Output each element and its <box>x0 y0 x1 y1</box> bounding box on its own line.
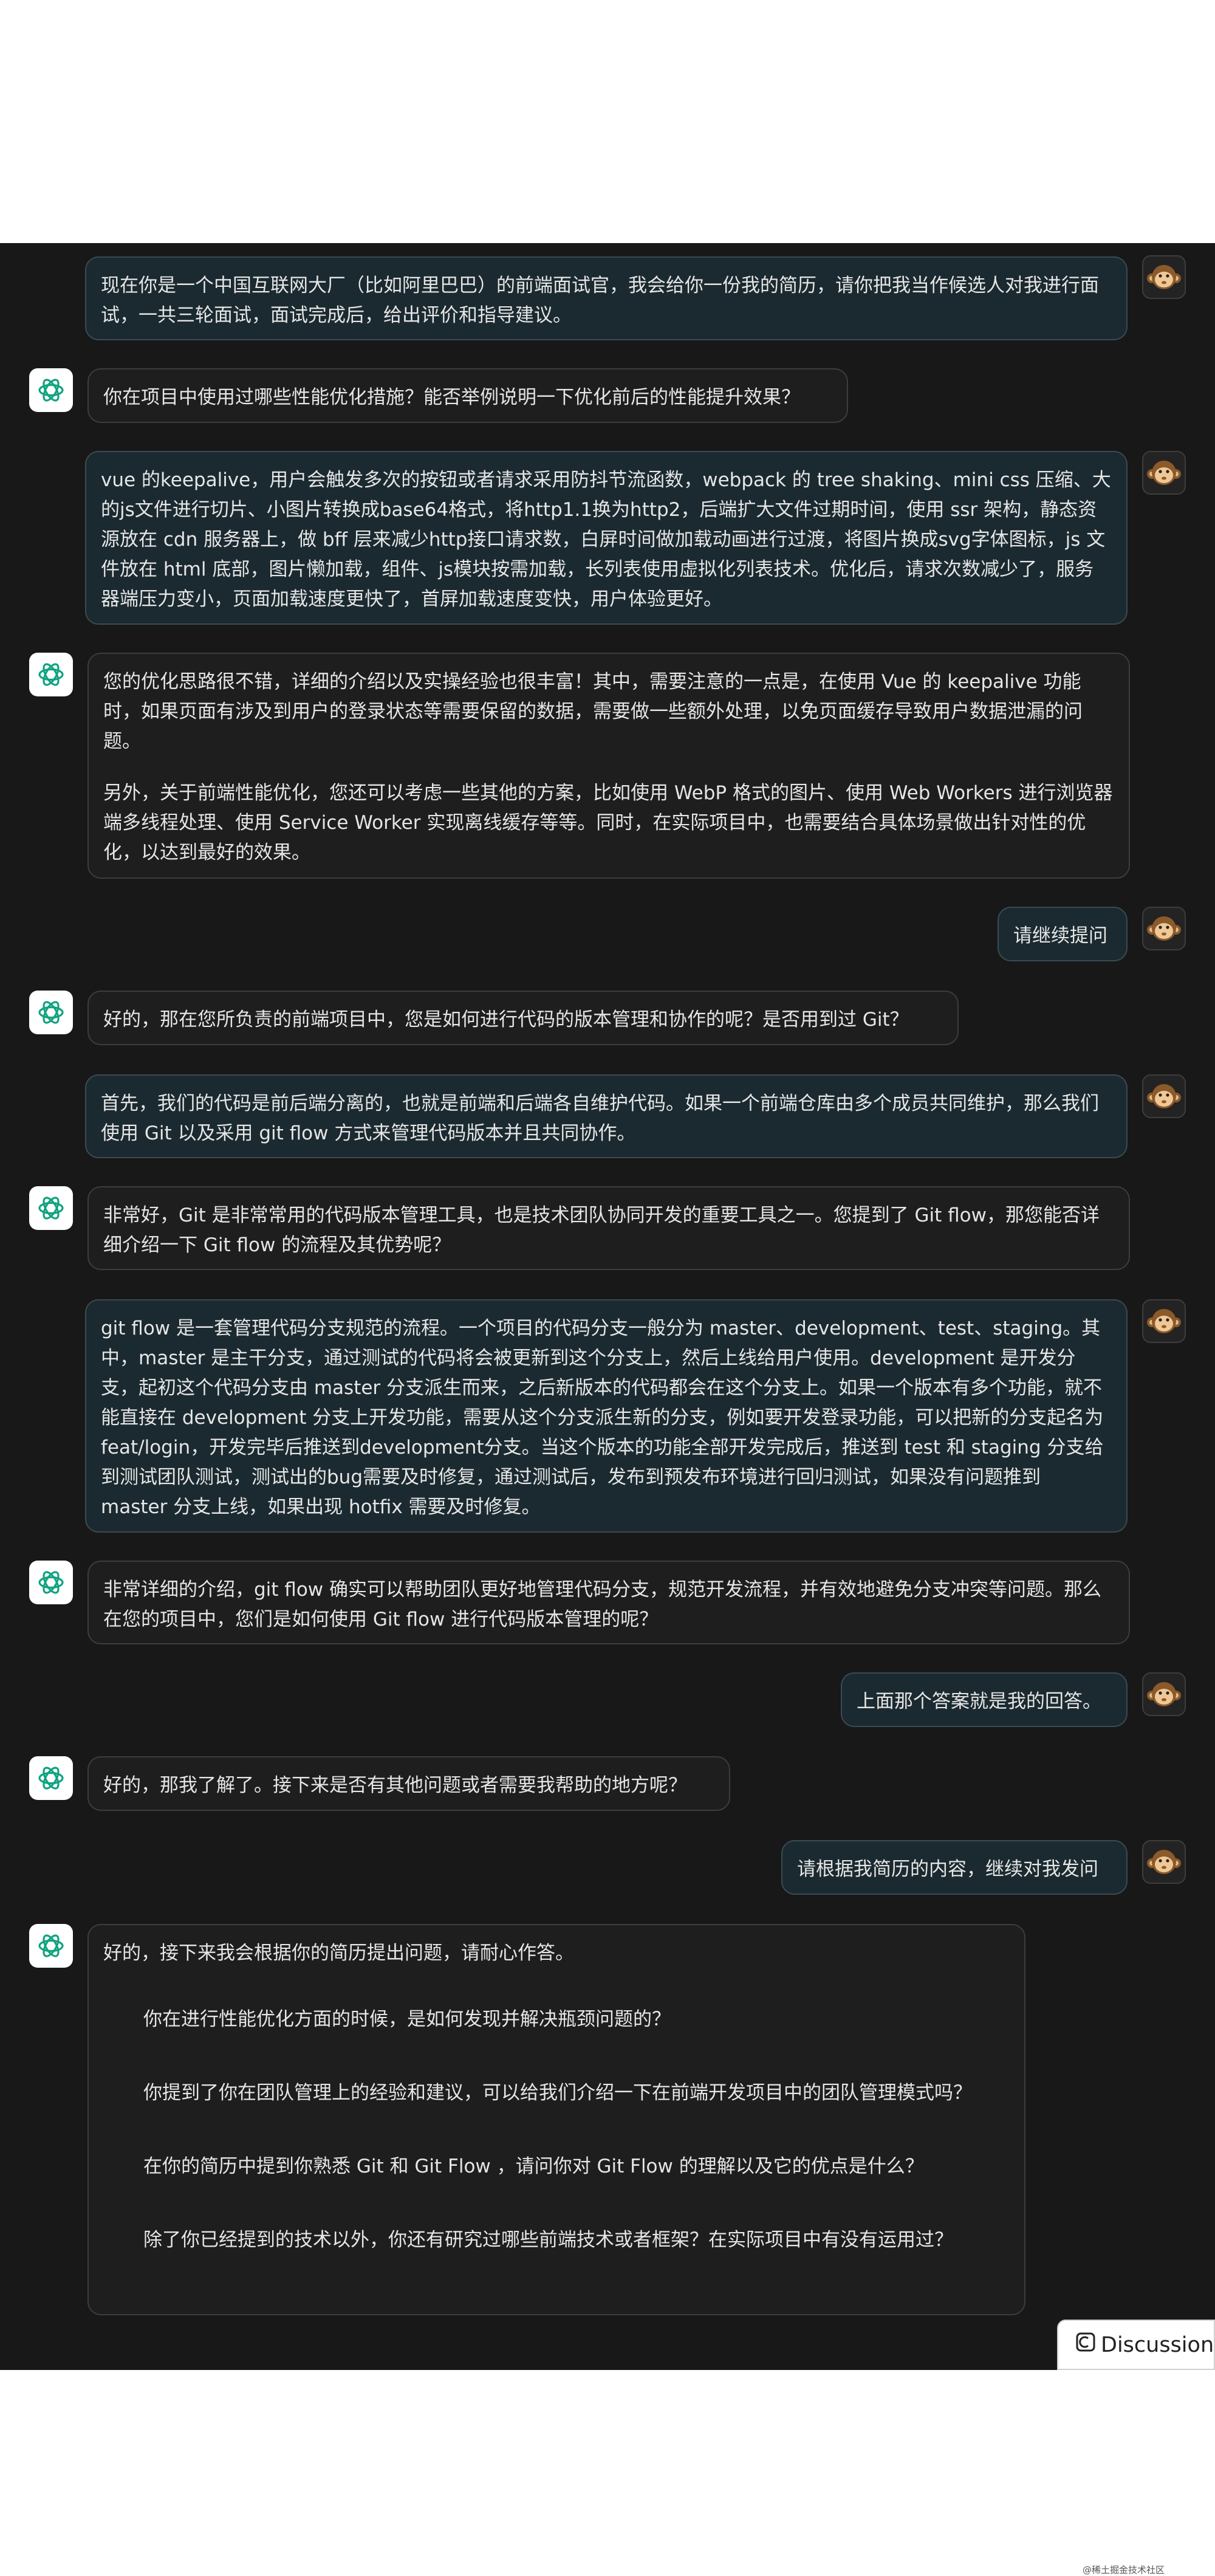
message-text: 好的，那我了解了。接下来是否有其他问题或者需要我帮助的地方呢？ <box>103 1774 687 1796</box>
message-text: 好的，接下来我会根据你的简历提出问题，请耐心作答。 <box>103 1942 574 1964</box>
assistant-message: 您的优化思路很不错，详细的介绍以及实操经验也很丰富！其中，需要注意的一点是，在使… <box>87 653 1130 879</box>
assistant-message: 非常好，Git 是非常常用的代码版本管理工具，也是技术团队协同开发的重要工具之一… <box>87 1186 1130 1270</box>
list-item: 除了你已经提到的技术以外，你还有研究过哪些前端技术或者框架？在实际项目中有没有运… <box>143 2229 953 2251</box>
assistant-message: 好的，那在您所负责的前端项目中，您是如何进行代码的版本管理和协作的呢？是否用到过… <box>87 991 959 1045</box>
message-text: 上面那个答案就是我的回答。 <box>857 1691 1101 1712</box>
user-avatar-icon <box>1142 1074 1186 1118</box>
list-item: 在你的简历中提到你熟悉 Git 和 Git Flow ，请问你对 Git Flo… <box>143 2155 924 2177</box>
message-text: 另外，关于前端性能优化，您还可以考虑一些其他的方案，比如使用 WebP 格式的图… <box>103 782 1113 864</box>
user-message: 请根据我简历的内容，继续对我发问 <box>781 1840 1128 1895</box>
message-text: 好的，那在您所负责的前端项目中，您是如何进行代码的版本管理和协作的呢？是否用到过… <box>103 1009 909 1031</box>
message-text: 首先，我们的代码是前后端分离的，也就是前端和后端各自维护代码。如果一个前端仓库由… <box>101 1093 1099 1144</box>
assistant-message: 非常详细的介绍，git flow 确实可以帮助团队更好地管理代码分支，规范开发流… <box>87 1561 1130 1644</box>
assistant-message: 你在项目中使用过哪些性能优化措施？能否举例说明一下优化前后的性能提升效果？ <box>87 368 848 423</box>
message-text: 请继续提问 <box>1013 925 1107 947</box>
message-text: 现在你是一个中国互联网大厂（比如阿里巴巴）的前端面试官，我会给你一份我的简历，请… <box>101 275 1099 326</box>
discussion-button[interactable]: Discussion <box>1057 2320 1215 2370</box>
message-text: 请根据我简历的内容，继续对我发问 <box>797 1858 1098 1880</box>
watermark: @稀土掘金技术社区 <box>1083 2564 1165 2575</box>
chat-transcript: 现在你是一个中国互联网大厂（比如阿里巴巴）的前端面试官，我会给你一份我的简历，请… <box>0 243 1215 2575</box>
user-avatar-icon <box>1142 1672 1186 1716</box>
list-item: 你在进行性能优化方面的时候，是如何发现并解决瓶颈问题的？ <box>143 2008 671 2030</box>
user-avatar-icon <box>1142 907 1186 950</box>
assistant-avatar-icon <box>29 653 73 696</box>
message-text: 非常好，Git 是非常常用的代码版本管理工具，也是技术团队协同开发的重要工具之一… <box>103 1204 1100 1256</box>
assistant-message: 好的，那我了解了。接下来是否有其他问题或者需要我帮助的地方呢？ <box>87 1756 730 1811</box>
question-list: 你在进行性能优化方面的时候，是如何发现并解决瓶颈问题的？ 你提到了你在团队管理上… <box>103 2005 1010 2255</box>
list-item: 你提到了你在团队管理上的经验和建议，可以给我们介绍一下在前端开发项目中的团队管理… <box>143 2082 972 2104</box>
assistant-avatar-icon <box>29 1756 73 1800</box>
assistant-avatar-icon <box>29 1186 73 1230</box>
user-avatar-icon <box>1142 1299 1186 1343</box>
assistant-avatar-icon <box>29 991 73 1034</box>
message-text: git flow 是一套管理代码分支规范的流程。一个项目的代码分支一般分为 ma… <box>101 1317 1104 1518</box>
user-avatar-icon <box>1142 1840 1186 1884</box>
user-message: 现在你是一个中国互联网大厂（比如阿里巴巴）的前端面试官，我会给你一份我的简历，请… <box>85 256 1128 340</box>
user-message: 首先，我们的代码是前后端分离的，也就是前端和后端各自维护代码。如果一个前端仓库由… <box>85 1074 1128 1158</box>
user-message: 上面那个答案就是我的回答。 <box>841 1672 1128 1727</box>
discussion-label: Discussion <box>1101 2332 1214 2357</box>
discussion-icon <box>1075 2332 1101 2358</box>
message-text: 非常详细的介绍，git flow 确实可以帮助团队更好地管理代码分支，规范开发流… <box>103 1579 1101 1630</box>
message-text: 你在项目中使用过哪些性能优化措施？能否举例说明一下优化前后的性能提升效果？ <box>103 386 800 408</box>
user-message: git flow 是一套管理代码分支规范的流程。一个项目的代码分支一般分为 ma… <box>85 1299 1128 1533</box>
user-avatar-icon <box>1142 451 1186 495</box>
user-message: vue 的keepalive，用户会触发多次的按钮或者请求采用防抖节流函数，we… <box>85 451 1128 625</box>
message-text: 您的优化思路很不错，详细的介绍以及实操经验也很丰富！其中，需要注意的一点是，在使… <box>103 671 1083 752</box>
user-avatar-icon <box>1142 255 1186 299</box>
assistant-message: 好的，接下来我会根据你的简历提出问题，请耐心作答。 你在进行性能优化方面的时候，… <box>87 1924 1025 2315</box>
assistant-avatar-icon <box>29 368 73 412</box>
assistant-avatar-icon <box>29 1561 73 1604</box>
assistant-avatar-icon <box>29 1924 73 1968</box>
user-message: 请继续提问 <box>998 907 1128 961</box>
message-text: vue 的keepalive，用户会触发多次的按钮或者请求采用防抖节流函数，we… <box>101 469 1111 610</box>
